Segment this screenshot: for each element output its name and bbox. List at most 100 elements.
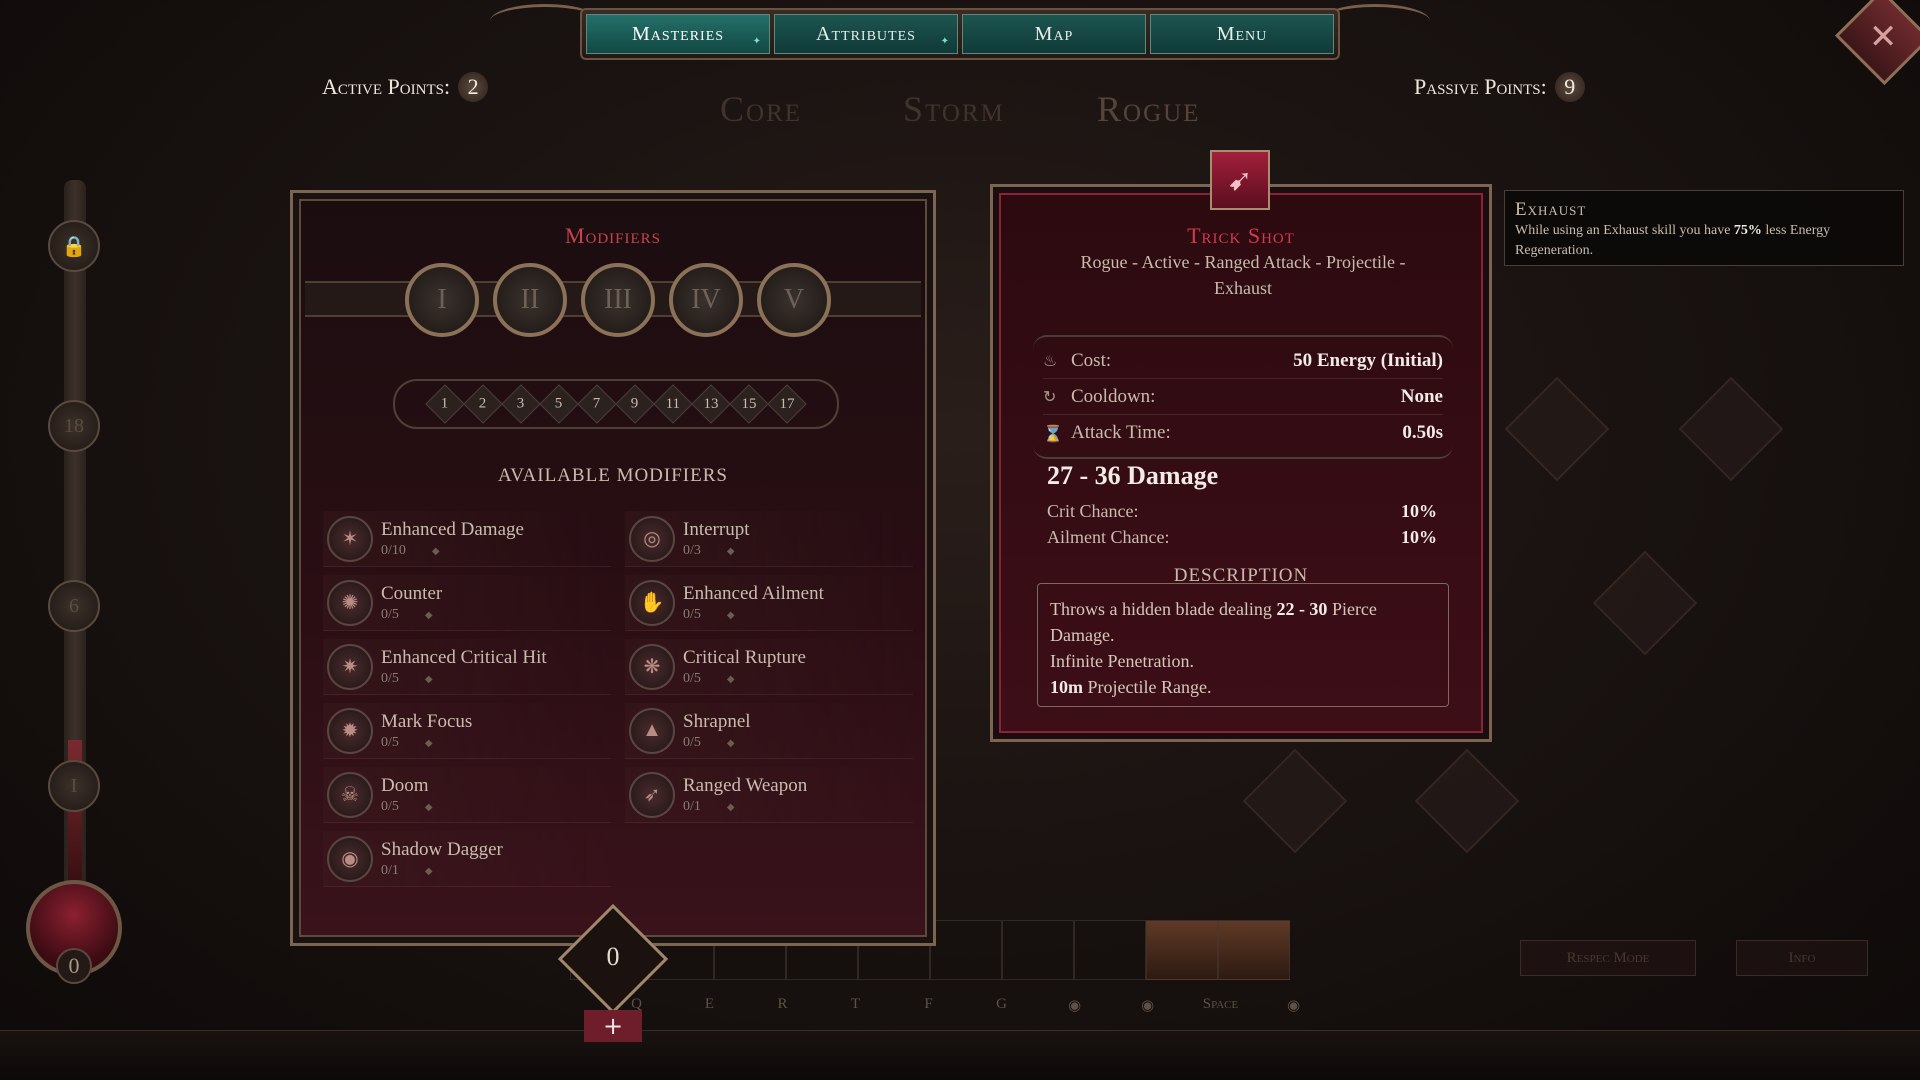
description-range: 10m — [1050, 677, 1083, 697]
crit-chance-value: 10% — [1401, 501, 1437, 521]
info-button[interactable]: Info — [1736, 940, 1868, 976]
modifier-count-value: 0/3 — [683, 542, 701, 558]
modifier-enhanced-damage[interactable]: ✶ Enhanced Damage 0/10 ◆ — [323, 511, 611, 567]
level-value: 15 — [741, 395, 757, 412]
background-skill-node — [1242, 748, 1348, 854]
bottom-bar — [0, 1030, 1920, 1080]
modifier-count: 0/5 ◆ — [683, 735, 751, 751]
modifier-count: 0/10 ◆ — [381, 543, 524, 559]
level-marker: 7 — [577, 384, 617, 424]
modifier-name: Enhanced Damage — [381, 518, 524, 540]
key-label: Space — [1202, 996, 1239, 1012]
mastery-tab-storm[interactable]: Storm — [903, 88, 1005, 130]
target-icon: ✹ — [327, 707, 373, 754]
diamond-icon: ◆ — [726, 545, 735, 557]
modifiers-panel: Modifiers I II III IV V 1 2 3 5 7 9 11 1… — [290, 190, 936, 946]
notification-pip-icon: ✦ — [940, 36, 949, 47]
modifier-counter[interactable]: ✺ Counter 0/5 ◆ — [323, 575, 611, 631]
mastery-tab-rogue[interactable]: Rogue — [1097, 88, 1200, 130]
modifier-name: Enhanced Ailment — [683, 582, 824, 604]
passive-points: Passive Points: 9 — [1414, 72, 1585, 102]
hourglass-icon: ⌛ — [1043, 423, 1063, 443]
hand-icon: ✋ — [629, 579, 675, 626]
modifier-count-value: 0/10 — [381, 542, 406, 558]
modifier-shadow-dagger[interactable]: ◉ Shadow Dagger 0/1 ◆ — [323, 831, 611, 887]
tier-button[interactable]: V — [757, 263, 831, 337]
modifier-count: 0/3 ◆ — [683, 543, 749, 559]
modifier-critical-rupture[interactable]: ❋ Critical Rupture 0/5 ◆ — [625, 639, 913, 695]
modifier-name: Shrapnel — [683, 710, 751, 732]
burst-icon: ✺ — [327, 579, 373, 626]
tier-button[interactable]: IV — [669, 263, 743, 337]
passive-points-value: 9 — [1554, 72, 1585, 102]
tab-attributes[interactable]: Attributes ✦ — [774, 14, 958, 54]
modifiers-title: Modifiers — [564, 223, 662, 248]
mouse-icon: ◉ — [1067, 998, 1082, 1014]
tab-label: Masteries — [631, 22, 725, 45]
hotbar-slot[interactable] — [1002, 920, 1074, 980]
tab-masteries[interactable]: Masteries ✦ — [586, 14, 770, 54]
modifier-list: ✶ Enhanced Damage 0/10 ◆ ◎ Interrupt 0/3 ◆ ✺ Co… — [323, 511, 913, 887]
modifier-count: 0/5 ◆ — [381, 799, 433, 815]
skill-description: Throws a hidden blade dealing 22 - 30 Pi… — [1037, 583, 1449, 707]
hotbar-slot[interactable] — [1146, 920, 1218, 980]
modifier-doom[interactable]: ☠ Doom 0/5 ◆ — [323, 767, 611, 823]
modifier-interrupt[interactable]: ◎ Interrupt 0/3 ◆ — [625, 511, 913, 567]
modifier-count-value: 0/5 — [381, 670, 399, 686]
mouse-icon: ◉ — [1140, 998, 1155, 1014]
skill-stats: ♨ Cost: 50 Energy (Initial) ↻ Cooldown: None… — [1033, 335, 1453, 459]
modifier-count: 0/1 ◆ — [683, 799, 807, 815]
skull-icon: ☠ — [327, 771, 373, 818]
close-button[interactable]: ✕ — [1834, 0, 1920, 86]
tier-button[interactable]: II — [493, 263, 567, 337]
level-value: 3 — [517, 395, 525, 412]
stat-label: Cost: — [1071, 349, 1112, 371]
mastery-tab-core[interactable]: Core — [720, 88, 802, 130]
background-skill-node — [1678, 376, 1784, 482]
modifier-name: Counter — [381, 582, 443, 604]
key-label: F — [924, 996, 933, 1012]
respec-mode-button[interactable]: Respec Mode — [1520, 940, 1696, 976]
modifier-count-value: 0/5 — [683, 734, 701, 750]
level-value: 2 — [479, 395, 487, 412]
level-marker: 17 — [767, 384, 807, 424]
hotbar-slot[interactable] — [1074, 920, 1146, 980]
modifier-enhanced-critical-hit[interactable]: ✷ Enhanced Critical Hit 0/5 ◆ — [323, 639, 611, 695]
track-node: 18 — [48, 400, 100, 452]
diamond-icon: ◆ — [424, 801, 433, 813]
tier-button[interactable]: III — [581, 263, 655, 337]
tier-button[interactable]: I — [405, 263, 479, 337]
cooldown-icon: ↻ — [1043, 387, 1057, 406]
modifier-shrapnel[interactable]: ▲ Shrapnel 0/5 ◆ — [625, 703, 913, 759]
modifier-mark-focus[interactable]: ✹ Mark Focus 0/5 ◆ — [323, 703, 611, 759]
active-points-value: 2 — [458, 72, 489, 102]
skill-details-panel: Trick Shot Rogue - Active - Ranged Attac… — [990, 184, 1492, 742]
tab-label: Menu — [1216, 22, 1268, 45]
tab-map[interactable]: Map — [962, 14, 1146, 54]
level-value: 5 — [555, 395, 563, 412]
tab-label: Attributes — [816, 22, 916, 45]
modifier-ranged-weapon[interactable]: ➶ Ranged Weapon 0/1 ◆ — [625, 767, 913, 823]
passive-points-label: Passive Points: — [1414, 74, 1547, 99]
tab-label: Map — [1034, 22, 1074, 45]
crit-chance-label: Crit Chance: — [1047, 501, 1139, 521]
level-marker: 15 — [729, 384, 769, 424]
modifier-count: 0/5 ◆ — [683, 607, 824, 623]
hotbar-slot[interactable] — [930, 920, 1002, 980]
tooltip-title: Exhaust — [1515, 199, 1587, 220]
modifier-name: Mark Focus — [381, 710, 473, 732]
add-modifier-button[interactable]: + — [584, 1010, 642, 1042]
modifier-count: 0/5 ◆ — [381, 671, 547, 687]
tab-bar: Masteries ✦ Attributes ✦ Map Menu — [580, 8, 1340, 60]
modifier-count-value: 0/5 — [683, 670, 701, 686]
modifier-enhanced-ailment[interactable]: ✋ Enhanced Ailment 0/5 ◆ — [625, 575, 913, 631]
level-marker: 13 — [691, 384, 731, 424]
background-skill-node — [1414, 748, 1520, 854]
spikes-icon: ✷ — [327, 643, 373, 690]
tab-menu[interactable]: Menu — [1150, 14, 1334, 54]
mouse-icon: ◉ — [1286, 998, 1301, 1014]
modifier-points-counter: 0 — [557, 903, 669, 1015]
hotbar-slot[interactable] — [1218, 920, 1290, 980]
energy-icon: ♨ — [1043, 351, 1058, 370]
modifier-name: Enhanced Critical Hit — [381, 646, 547, 668]
